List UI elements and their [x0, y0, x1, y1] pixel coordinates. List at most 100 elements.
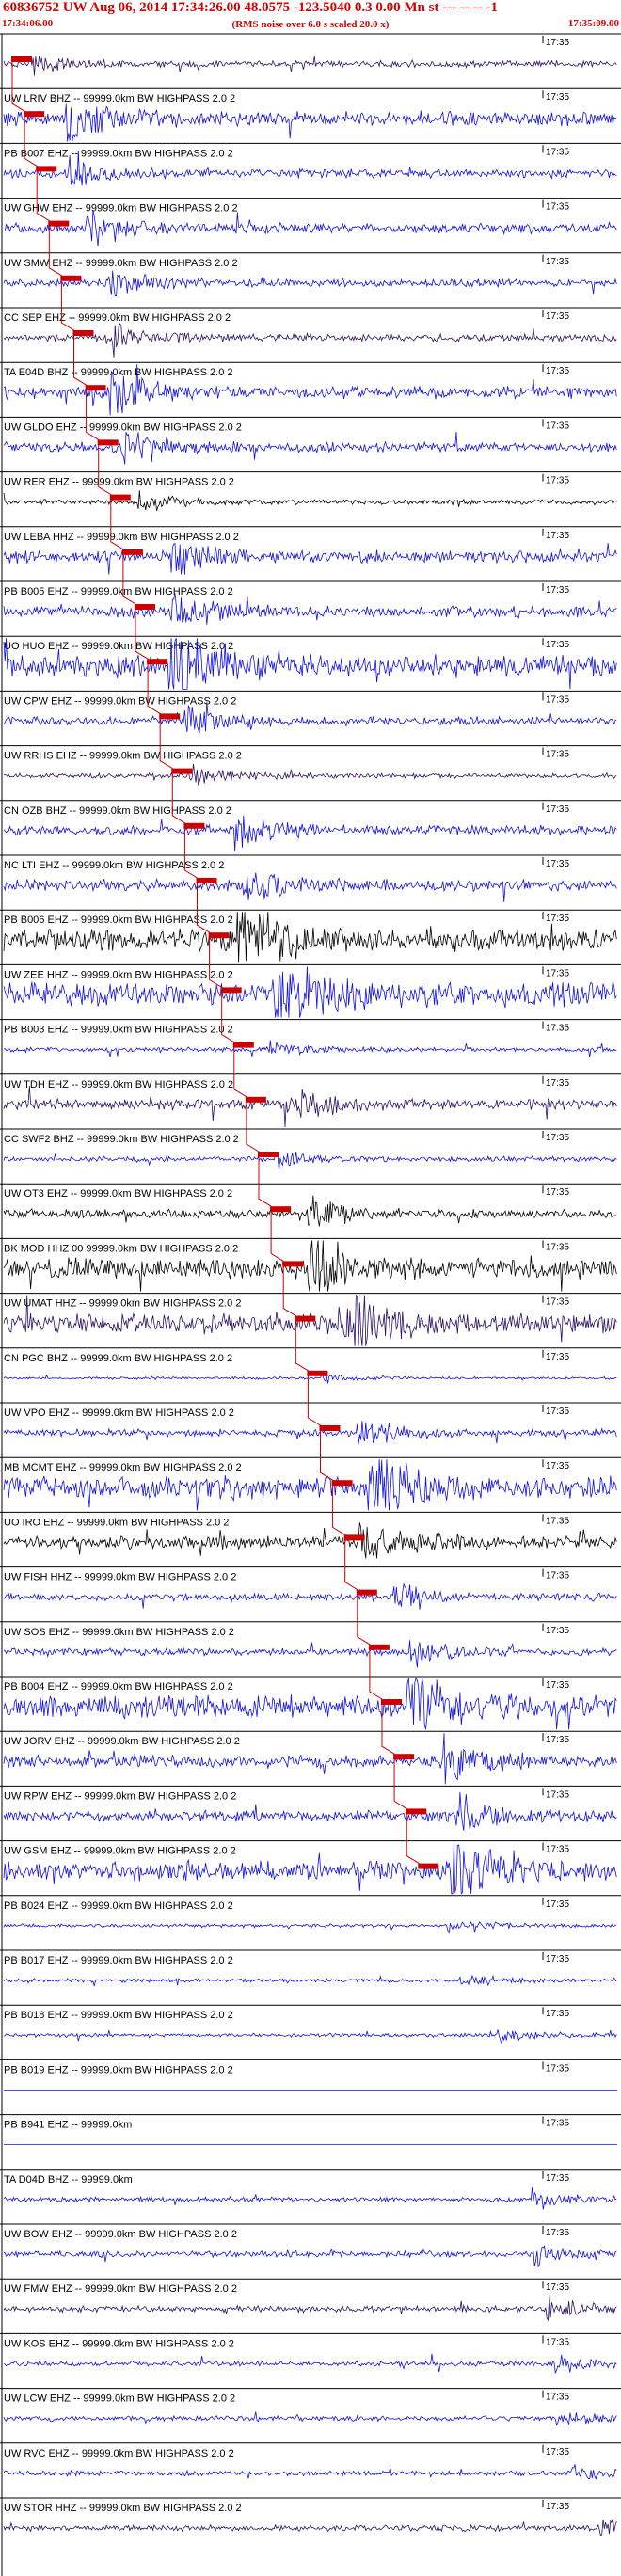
- pick-marker: [220, 987, 242, 994]
- station-label: UO IRO EHZ -- 99999.0km BW HIGHPASS 2.0 …: [4, 1517, 229, 1528]
- trace-row: UW SMW EHZ -- 99999.0km BW HIGHPASS 2.0 …: [0, 252, 621, 297]
- station-label: PB B003 EHZ -- 99999.0km BW HIGHPASS 2.0…: [4, 1025, 233, 1036]
- seismogram-plot: 17:35 UW LRIV BHZ -- 99999.0km BW HIGHPAS…: [0, 33, 621, 2576]
- pick-marker: [295, 1315, 316, 1322]
- waveform: [3, 2186, 617, 2210]
- station-label: UW STOR HHZ -- 99999.0km BW HIGHPASS 2.0…: [4, 2503, 242, 2514]
- trace-row: PB B018 EHZ -- 99999.0km BW HIGHPASS 2.0…: [0, 2004, 621, 2045]
- time-tick-label: 17:35: [546, 1571, 569, 1582]
- pick-marker: [343, 1534, 365, 1541]
- station-label: UW FMW EHZ -- 99999.0km BW HIGHPASS 2.0 …: [4, 2283, 237, 2295]
- station-label: UW ZEE HHZ -- 99999.0km BW HIGHPASS 2.0 …: [4, 969, 233, 980]
- trace-row: UW SOS EHZ -- 99999.0km BW HIGHPASS 2.0 …: [0, 1621, 621, 1668]
- waveform: [3, 1151, 617, 1170]
- station-label: UW CPW EHZ -- 99999.0km BW HIGHPASS 2.0 …: [4, 695, 236, 707]
- pick-marker: [121, 549, 143, 555]
- trace-row: UW RRHS EHZ -- 99999.0km BW HIGHPASS 2.0…: [0, 745, 621, 786]
- waveform: [3, 2411, 617, 2426]
- trace-row: TA E04D BHZ -- 99999.0km BW HIGHPASS 2.0…: [0, 361, 621, 416]
- station-label: UW GSM EHZ -- 99999.0km BW HIGHPASS 2.0 …: [4, 1846, 236, 1857]
- event-title: 60836752 UW Aug 06, 2014 17:34:26.00 48.…: [3, 0, 498, 15]
- waveform: [3, 1040, 617, 1057]
- station-label: UW FISH HHZ -- 99999.0km BW HIGHPASS 2.0…: [4, 1572, 236, 1583]
- pick-marker: [60, 275, 82, 281]
- waveform: [3, 2464, 617, 2480]
- time-tick-label: 17:35: [546, 1133, 569, 1143]
- trace-row: UW RER EHZ -- 99999.0km BW HIGHPASS 2.0 …: [0, 471, 621, 512]
- station-label: CC SWF2 BHZ -- 99999.0km BW HIGHPASS 2.0…: [4, 1134, 239, 1145]
- station-label: UW OT3 EHZ -- 99999.0km BW HIGHPASS 2.0 …: [4, 1188, 232, 1200]
- station-label: TA E04D BHZ -- 99999.0km BW HIGHPASS 2.0…: [4, 367, 233, 378]
- time-tick-label: 17:35: [546, 421, 569, 431]
- time-tick-label: 17:35: [546, 1352, 569, 1362]
- station-label: UW RPW EHZ -- 99999.0km BW HIGHPASS 2.0 …: [4, 1790, 236, 1802]
- time-tick-label: 17:35: [546, 1735, 569, 1745]
- time-tick-label: 17:35: [546, 2009, 569, 2019]
- time-tick-label: 17:35: [546, 2173, 569, 2184]
- waveform: [3, 815, 617, 851]
- trace-row: UW RVC EHZ -- 99999.0km BW HIGHPASS 2.0 …: [0, 2442, 621, 2480]
- waveform: [3, 1582, 617, 1610]
- time-tick-label: 17:35: [546, 1516, 569, 1526]
- waveform: [3, 1920, 617, 1935]
- pick-marker: [196, 878, 217, 883]
- station-label: UW GHW EHZ -- 99999.0km BW HIGHPASS 2.0 …: [4, 203, 238, 215]
- time-tick-label: 17:35: [546, 1187, 569, 1198]
- time-tick-label: 17:35: [546, 2502, 569, 2512]
- station-label: UW BOW EHZ -- 99999.0km BW HIGHPASS 2.0 …: [4, 2229, 237, 2240]
- time-tick-label: 17:35: [546, 640, 569, 650]
- waveform: [3, 1974, 617, 1987]
- trace-row: UW JORV EHZ -- 99999.0km BW HIGHPASS 2.0…: [0, 1730, 621, 1785]
- station-label: UW TDH EHZ -- 99999.0km BW HIGHPASS 2.0 …: [4, 1079, 233, 1090]
- waveform: [3, 431, 617, 465]
- station-label: PB B018 EHZ -- 99999.0km BW HIGHPASS 2.0…: [4, 2010, 233, 2021]
- waveform: [3, 270, 617, 297]
- waveform: [3, 323, 617, 358]
- waveform: [3, 490, 617, 512]
- trace-row: UW GSM EHZ -- 99999.0km BW HIGHPASS 2.0 …: [0, 1840, 621, 1895]
- station-label: PB B006 EHZ -- 99999.0km BW HIGHPASS 2.0…: [4, 914, 233, 926]
- time-tick-label: 17:35: [546, 1680, 569, 1691]
- station-label: UW JORV EHZ -- 99999.0km BW HIGHPASS 2.0…: [4, 1736, 240, 1747]
- trace-row: PB B941 EHZ -- 99999.0km 17:35: [0, 2114, 621, 2145]
- waveform: [3, 1640, 617, 1668]
- trace-row: PB B004 EHZ -- 99999.0km BW HIGHPASS 2.0…: [0, 1676, 621, 1730]
- trace-row: UW BOW EHZ -- 99999.0km BW HIGHPASS 2.0 …: [0, 2223, 621, 2268]
- pick-marker: [406, 1808, 427, 1815]
- time-tick-label: 17:35: [546, 2447, 569, 2457]
- pick-marker: [159, 713, 181, 720]
- trace-row: PB B005 EHZ -- 99999.0km BW HIGHPASS 2.0…: [0, 580, 621, 625]
- pick-marker: [331, 1480, 353, 1487]
- time-tick-label: 17:35: [546, 1626, 569, 1636]
- trace-row: PB B007 EHZ -- 99999.0km BW HIGHPASS 2.0…: [0, 142, 621, 186]
- time-tick-label: 17:35: [546, 2228, 569, 2238]
- station-label: PB B024 EHZ -- 99999.0km BW HIGHPASS 2.0…: [4, 1900, 233, 1912]
- waveform: [3, 2245, 617, 2268]
- time-tick-label: 17:35: [546, 1461, 569, 1471]
- time-tick-label: 17:35: [546, 968, 569, 978]
- station-label: UW KOS EHZ -- 99999.0km BW HIGHPASS 2.0 …: [4, 2338, 234, 2349]
- pick-marker: [109, 494, 131, 501]
- time-tick-label: 17:35: [546, 914, 569, 924]
- trace-row: 17:35: [0, 33, 621, 76]
- waveform: [3, 1085, 617, 1128]
- station-label: UW GLDO EHZ -- 99999.0km BW HIGHPASS 2.0…: [4, 421, 242, 433]
- pick-marker: [97, 439, 119, 446]
- trace-row: UW LEBA HHZ -- 99999.0km BW HIGHPASS 2.0…: [0, 526, 621, 575]
- pick-marker: [135, 604, 155, 610]
- station-label: UW SOS EHZ -- 99999.0km BW HIGHPASS 2.0 …: [4, 1627, 234, 1638]
- trace-row: UW STOR HHZ -- 99999.0km BW HIGHPASS 2.0…: [0, 2497, 621, 2537]
- waveform: [3, 2029, 617, 2045]
- pick-marker: [232, 1042, 254, 1048]
- time-tick-label: 17:35: [546, 1789, 569, 1800]
- station-label: CN PGC BHZ -- 99999.0km BW HIGHPASS 2.0 …: [4, 1353, 232, 1364]
- station-label: UW LRIV BHZ -- 99999.0km BW HIGHPASS 2.0…: [4, 93, 235, 104]
- time-tick-label: 17:35: [546, 804, 569, 815]
- station-label: BK MOD HHZ 00 99999.0km BW HIGHPASS 2.0 …: [4, 1243, 238, 1254]
- trace-row: UW LRIV BHZ -- 99999.0km BW HIGHPASS 2.0…: [0, 87, 621, 142]
- pick-marker: [36, 166, 57, 172]
- station-label: MB MCMT EHZ -- 99999.0km BW HIGHPASS 2.0…: [4, 1462, 242, 1473]
- time-tick-label: 17:35: [546, 1297, 569, 1308]
- pick-marker: [48, 220, 70, 227]
- station-label: UW LCW EHZ -- 99999.0km BW HIGHPASS 2.0 …: [4, 2393, 235, 2405]
